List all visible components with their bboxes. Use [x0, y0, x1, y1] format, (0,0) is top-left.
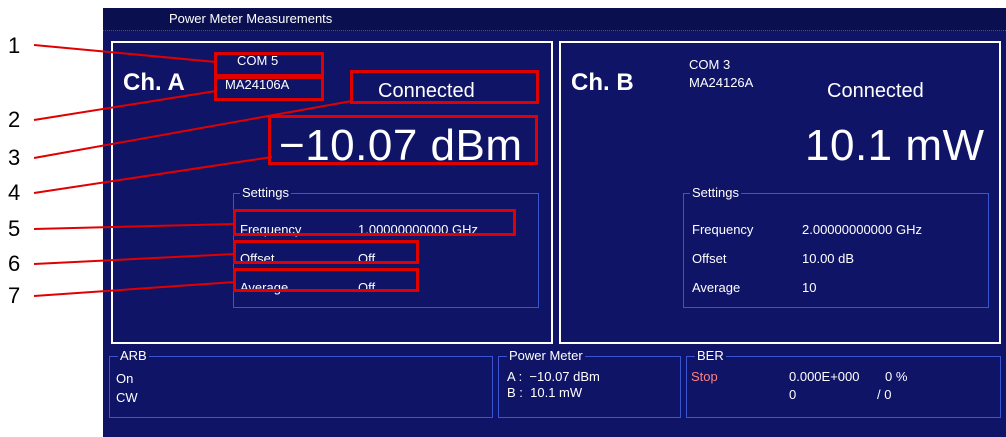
channel-b-model: MA24126A	[689, 75, 754, 90]
channel-b-frequency-label: Frequency	[692, 222, 754, 237]
callout-number-5: 5	[8, 216, 21, 241]
ber-total: / 0	[877, 387, 892, 402]
channel-b-settings-legend: Settings	[690, 185, 741, 200]
callout-number-4: 4	[8, 180, 21, 205]
channel-b-status: Connected	[827, 80, 924, 102]
highlight-offset	[233, 240, 419, 264]
power-meter-line-b: B : 10.1 mW	[507, 385, 583, 400]
ber-percent: 0 %	[885, 369, 908, 384]
channel-b-settings-group: Settings Frequency 2.00000000000 GHz Off…	[683, 185, 989, 308]
highlight-port	[214, 52, 324, 77]
callout-number-7: 7	[8, 283, 21, 308]
callout-number-6: 6	[8, 251, 21, 276]
ber-state: Stop	[691, 369, 718, 384]
channel-b-port: COM 3	[689, 57, 731, 72]
arb-mode: CW	[116, 390, 138, 405]
title-bar: Power Meter Measurements	[103, 8, 1006, 31]
power-meter-line-a: A : −10.07 dBm	[507, 369, 600, 384]
power-meter-group[interactable]: Power Meter A : −10.07 dBm B : 10.1 mW	[498, 348, 681, 418]
channel-b-offset-value: 10.00 dB	[802, 251, 855, 266]
channel-b-panel[interactable]: Ch. B COM 3 MA24126A Connected 10.1 mW S…	[559, 41, 1001, 344]
window-title: Power Meter Measurements	[169, 11, 333, 26]
channel-b-label: Ch. B	[571, 69, 634, 96]
highlight-average	[233, 268, 419, 292]
channel-b-average-value: 10	[802, 280, 817, 295]
callout-number-1: 1	[8, 33, 21, 58]
ber-group[interactable]: BER Stop 0.000E+000 0 % 0 / 0	[686, 348, 1001, 418]
highlight-model	[214, 76, 324, 101]
highlight-status	[350, 70, 539, 104]
arb-legend: ARB	[118, 348, 149, 363]
callout-number-2: 2	[8, 107, 21, 132]
ber-rate: 0.000E+000	[789, 369, 860, 384]
callout-number-3: 3	[8, 145, 21, 170]
channel-b-average-label: Average	[692, 280, 741, 295]
channel-a-settings-legend: Settings	[240, 185, 291, 200]
channel-b-frequency-value: 2.00000000000 GHz	[802, 222, 922, 237]
ber-legend: BER	[695, 348, 726, 363]
highlight-reading	[268, 115, 538, 165]
highlight-frequency	[233, 209, 516, 236]
channel-b-reading: 10.1 mW	[805, 121, 985, 170]
power-meter-legend: Power Meter	[507, 348, 585, 363]
arb-state: On	[116, 371, 134, 386]
channel-b-offset-label: Offset	[692, 251, 727, 266]
ber-count: 0	[789, 387, 797, 402]
channel-a-label: Ch. A	[123, 69, 185, 96]
arb-group[interactable]: ARB On CW	[109, 348, 493, 418]
